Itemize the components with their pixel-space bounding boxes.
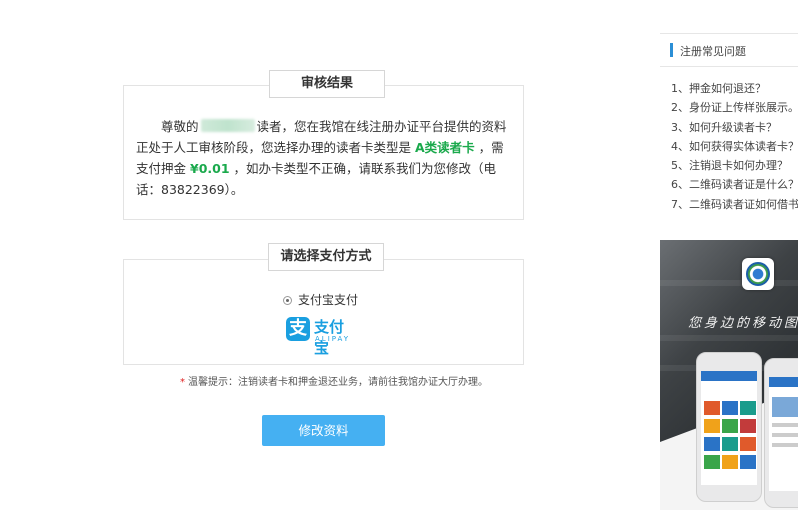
deposit-amount: ¥0.01 [190,161,230,176]
tip-star: * [180,377,185,388]
faq-item[interactable]: 6、二维码读者证是什么？ [671,175,798,194]
faq-title: 注册常见问题 [680,45,746,58]
review-message: 尊敬的 读者，您在我馆在线注册办证平台提供的资料正处于人工审核阶段，您选择办理的读… [136,116,514,200]
payment-method-title: 请选择支付方式 [268,243,384,271]
banner-slogan: 您身边的移动图书馆 [688,316,798,331]
faq-accent-bar [670,43,673,57]
alipay-radio[interactable] [283,296,292,305]
phone-mockup [696,352,762,502]
review-greeting: 尊敬的 [161,119,199,134]
alipay-option[interactable]: 支付宝支付 [283,291,358,308]
mobile-library-banner[interactable]: 您身边的移动图书馆 [660,240,798,510]
warm-tip: * 温馨提示：注销读者卡和押金退还业务，请前往我馆办证大厅办理。 [180,373,488,388]
faq-header: 注册常见问题 [660,34,798,67]
card-type: A类读者卡 [415,140,475,155]
alipay-icon: 支 [286,317,310,341]
alipay-sub: ALIPAY [315,335,351,343]
faq-item[interactable]: 7、二维码读者证如何借书 [671,195,798,214]
edit-info-button[interactable]: 修改资料 [262,415,385,446]
faq-item[interactable]: 4、如何获得实体读者卡？ [671,137,798,156]
faq-item[interactable]: 2、身份证上传样张展示。 [671,98,798,117]
blurred-reader-name [200,119,255,132]
alipay-option-label: 支付宝支付 [298,293,359,307]
shelf-decoration [660,335,798,341]
alipay-logo[interactable]: 支 支付宝 ALIPAY [286,316,358,357]
faq-list: 1、押金如何退还？ 2、身份证上传样张展示。 3、如何升级读者卡？ 4、如何获得… [671,79,798,214]
library-logo [742,258,774,290]
phone-mockup [764,358,798,508]
faq-item[interactable]: 3、如何升级读者卡？ [671,118,798,137]
review-result-title: 审核结果 [269,70,385,98]
faq-item[interactable]: 1、押金如何退还？ [671,79,798,98]
shelf-decoration [660,280,798,286]
faq-item[interactable]: 5、注销退卡如何办理？ [671,156,798,175]
tip-text: 温馨提示：注销读者卡和押金退还业务，请前往我馆办证大厅办理。 [188,377,488,388]
